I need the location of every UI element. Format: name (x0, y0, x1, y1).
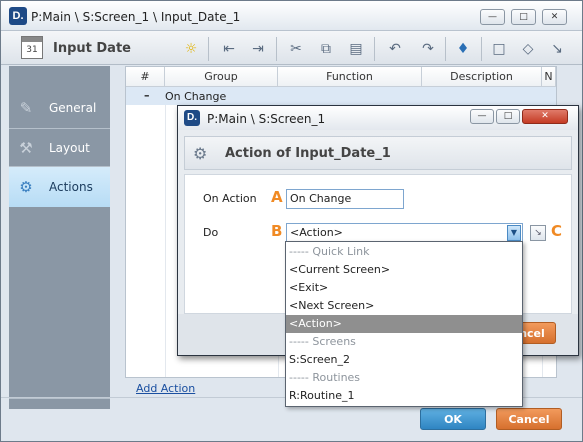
column-header-number[interactable]: # (126, 67, 165, 87)
marker-a: A (271, 188, 283, 206)
row-group: On Change (165, 90, 227, 103)
do-label: Do (203, 226, 219, 239)
app-logo-icon: D. (9, 7, 27, 25)
marker-b: B (271, 222, 283, 240)
do-select[interactable]: <Action> ▼ (286, 223, 523, 243)
sidebar-item-general[interactable]: ✎ General (9, 88, 110, 128)
cancel-button[interactable]: Cancel (496, 408, 562, 430)
toolbar-separator (276, 37, 277, 61)
dialog-title-bar: D. P:Main \ S:Screen_1 — □ ✕ (178, 106, 578, 130)
dropdown-option[interactable]: <Current Screen> (286, 261, 522, 279)
comment-icon[interactable]: ♦ (453, 39, 473, 59)
gear-icon: ⚙ (193, 144, 208, 163)
title-bar: D. P:Main \ S:Screen_1 \ Input_Date_1 — … (1, 1, 582, 31)
column-header-n[interactable]: N (542, 67, 556, 87)
maximize-button[interactable]: □ (511, 9, 536, 25)
dropdown-option[interactable]: S:Screen_2 (286, 351, 522, 369)
indent-icon[interactable]: ⇥ (248, 39, 268, 59)
on-action-field[interactable]: On Change (286, 189, 404, 209)
tag-icon[interactable]: ◇ (518, 39, 538, 59)
toolbar: 31 Input Date ☼ ⇤ ⇥ ✂ ⧉ ▤ ↶ ↷ ♦ □ ◇ ↘ (1, 31, 582, 65)
sidebar-item-label: Actions (49, 180, 93, 194)
chevron-down-icon[interactable]: ▼ (507, 225, 521, 241)
window-title: P:Main \ S:Screen_1 \ Input_Date_1 (31, 10, 241, 24)
table-row[interactable]: – On Change (126, 87, 556, 105)
toolbar-separator (445, 37, 446, 61)
sidebar-item-layout[interactable]: ⚒ Layout (9, 128, 110, 168)
sidebar: ✎ General ⚒ Layout ⚙ Actions (9, 66, 110, 409)
on-action-label: On Action (203, 192, 257, 205)
calendar-icon: 31 (21, 36, 43, 59)
column-header-group[interactable]: Group (165, 67, 278, 87)
dialog-minimize-button[interactable]: — (470, 109, 494, 124)
undo-icon[interactable]: ↶ (385, 39, 405, 59)
pencil-icon: ✎ (19, 99, 33, 117)
ok-button[interactable]: OK (420, 408, 486, 430)
cut-icon[interactable]: ✂ (286, 39, 306, 59)
outdent-icon[interactable]: ⇤ (219, 39, 239, 59)
sidebar-item-actions[interactable]: ⚙ Actions (9, 167, 110, 207)
sidebar-item-label: Layout (49, 141, 90, 155)
toolbar-separator (481, 37, 482, 61)
paste-icon[interactable]: ▤ (346, 39, 366, 59)
sidebar-item-label: General (49, 101, 97, 115)
dropdown-option[interactable]: <Next Screen> (286, 297, 522, 315)
marker-c: C (551, 222, 563, 240)
app-logo-icon: D. (184, 110, 200, 126)
dropdown-option[interactable]: R:Routine_1 (286, 387, 522, 405)
dialog-close-button[interactable]: ✕ (522, 109, 568, 124)
wrench-icon: ⚒ (19, 139, 33, 157)
sidebar-divider (9, 398, 110, 399)
control-type-title: Input Date (53, 41, 131, 56)
grid-line (165, 105, 166, 377)
gears-icon: ⚙ (19, 178, 33, 196)
go-to-icon[interactable]: ↘ (530, 225, 546, 241)
toolbar-separator (374, 37, 375, 61)
dropdown-option[interactable]: <Exit> (286, 279, 522, 297)
collapse-icon[interactable]: – (144, 89, 150, 102)
redo-icon[interactable]: ↷ (418, 39, 438, 59)
export-icon[interactable]: ↘ (547, 39, 567, 59)
copy-icon[interactable]: ⧉ (316, 39, 336, 59)
dropdown-option-selected[interactable]: <Action> (286, 315, 522, 333)
do-dropdown-list: ----- Quick Link <Current Screen> <Exit>… (285, 241, 523, 407)
dialog-heading: Action of Input_Date_1 (225, 146, 391, 161)
close-button[interactable]: ✕ (542, 9, 567, 25)
toolbar-separator (208, 37, 209, 61)
column-header-function[interactable]: Function (278, 67, 422, 87)
dialog-header: ⚙ Action of Input_Date_1 (184, 136, 572, 170)
column-header-description[interactable]: Description (422, 67, 542, 87)
dropdown-group-header: ----- Quick Link (289, 245, 370, 258)
speech-bubble-icon[interactable]: □ (489, 39, 509, 59)
dialog-title: P:Main \ S:Screen_1 (207, 112, 326, 126)
dropdown-group-header: ----- Routines (289, 371, 361, 384)
dropdown-group-header: ----- Screens (289, 335, 356, 348)
lightbulb-icon[interactable]: ☼ (181, 39, 201, 59)
dialog-maximize-button[interactable]: □ (496, 109, 520, 124)
add-action-link[interactable]: Add Action (136, 382, 195, 395)
do-select-value: <Action> (290, 226, 343, 239)
minimize-button[interactable]: — (480, 9, 505, 25)
